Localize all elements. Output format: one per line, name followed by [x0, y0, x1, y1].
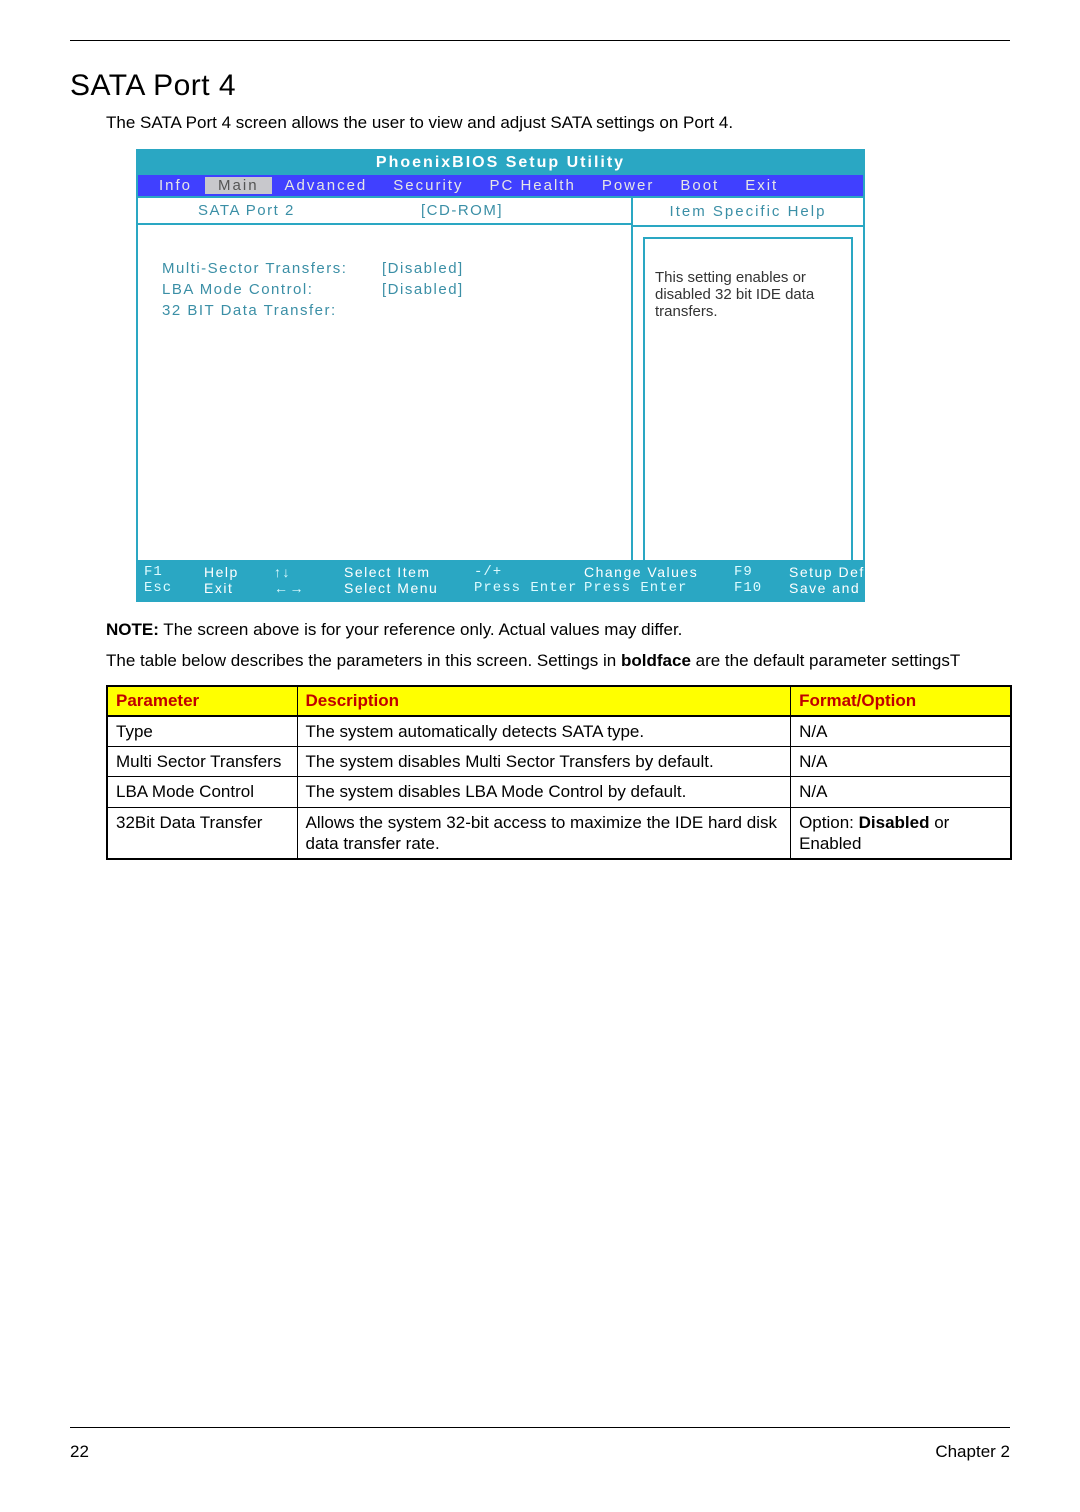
lbl-setup-defaults: Setup Defaults [789, 564, 902, 580]
row-multi-sector: Multi-Sector Transfers: [Disabled] [162, 258, 621, 279]
lbl-select-menu: Select Menu [344, 580, 474, 596]
footer-row: 22 Chapter 2 [70, 1442, 1010, 1462]
param-header-row: Parameter Description Format/Option [107, 686, 1011, 716]
key-enter-2: Press Enter [584, 580, 734, 596]
bios-left-pane: SATA Port 2 [CD-ROM] Type: [Auto] Multi-… [138, 198, 633, 560]
page-number: 22 [70, 1442, 89, 1462]
bios-menubar: Info Main Advanced Security PC Health Po… [138, 175, 863, 196]
section-heading: SATA Port 4 [70, 69, 1010, 103]
menu-boot: Boot [667, 177, 732, 194]
key-esc: Esc [144, 580, 204, 596]
table-row: LBA Mode Control The system disables LBA… [107, 777, 1011, 807]
lbl-change-values: Change Values [584, 564, 734, 580]
intro-paragraph: The SATA Port 4 screen allows the user t… [106, 113, 1010, 133]
left-header-value: [CD-ROM] [421, 202, 621, 219]
row-32bit: 32 BIT Data Transfer: [Disabled] [162, 300, 621, 321]
note-label: NOTE: [106, 620, 159, 639]
hdr-parameter: Parameter [107, 686, 297, 716]
row-lba-mode: LBA Mode Control: [Disabled] [162, 279, 621, 300]
menu-security: Security [380, 177, 476, 194]
arrow-leftright-icon: ←→ [274, 580, 344, 596]
bios-body: SATA Port 2 [CD-ROM] Type: [Auto] Multi-… [138, 196, 863, 562]
bios-right-pane: Item Specific Help This setting enables … [633, 198, 863, 560]
lbl-save-exit: Save and Exit [789, 580, 902, 596]
table-row: Multi Sector Transfers The system disabl… [107, 747, 1011, 777]
table-row: Type The system automatically detects SA… [107, 716, 1011, 747]
menu-info: Info [146, 177, 205, 194]
help-text: This setting enables or disabled 32 bit … [643, 237, 853, 581]
hdr-description: Description [297, 686, 791, 716]
table-row: 32Bit Data Transfer Allows the system 32… [107, 807, 1011, 859]
bios-settings-rows: Type: [Auto] Multi-Sector Transfers: [Di… [138, 225, 631, 331]
menu-exit: Exit [732, 177, 791, 194]
table-description: The table below describes the parameters… [106, 650, 1010, 673]
key-enter-1: Press Enter [474, 580, 584, 596]
menu-power: Power [589, 177, 668, 194]
menu-advanced: Advanced [272, 177, 381, 194]
bios-screenshot: PhoenixBIOS Setup Utility Info Main Adva… [136, 149, 865, 602]
menu-pc-health: PC Health [476, 177, 588, 194]
key-f9: F9 [734, 564, 789, 580]
bios-footer: F1 Help ↑↓ Select Item -/+ Change Values… [138, 562, 863, 600]
lbl-exit: Exit [204, 580, 274, 596]
bottom-rule [70, 1427, 1010, 1428]
page-content: SATA Port 4 The SATA Port 4 screen allow… [70, 40, 1010, 860]
lbl-select-item: Select Item [344, 564, 474, 580]
arrow-updown-icon: ↑↓ [274, 564, 344, 580]
key-plusminus: -/+ [474, 564, 584, 580]
row-type: Type: [Auto] [162, 237, 621, 258]
parameter-table: Parameter Description Format/Option Type… [106, 685, 1012, 860]
bios-left-header: SATA Port 2 [CD-ROM] [138, 198, 631, 225]
left-header-label: SATA Port 2 [198, 202, 421, 219]
note-text: The screen above is for your reference o… [159, 620, 683, 639]
note-paragraph: NOTE: The screen above is for your refer… [106, 620, 1010, 640]
menu-main: Main [205, 177, 272, 194]
page-footer: 22 Chapter 2 [70, 1427, 1010, 1462]
lbl-help: Help [204, 564, 274, 580]
top-rule [70, 40, 1010, 41]
hdr-format: Format/Option [791, 686, 1011, 716]
help-header: Item Specific Help [633, 198, 863, 227]
bios-title: PhoenixBIOS Setup Utility [138, 151, 863, 175]
key-f1: F1 [144, 564, 204, 580]
key-f10: F10 [734, 580, 789, 596]
chapter-label: Chapter 2 [935, 1442, 1010, 1462]
